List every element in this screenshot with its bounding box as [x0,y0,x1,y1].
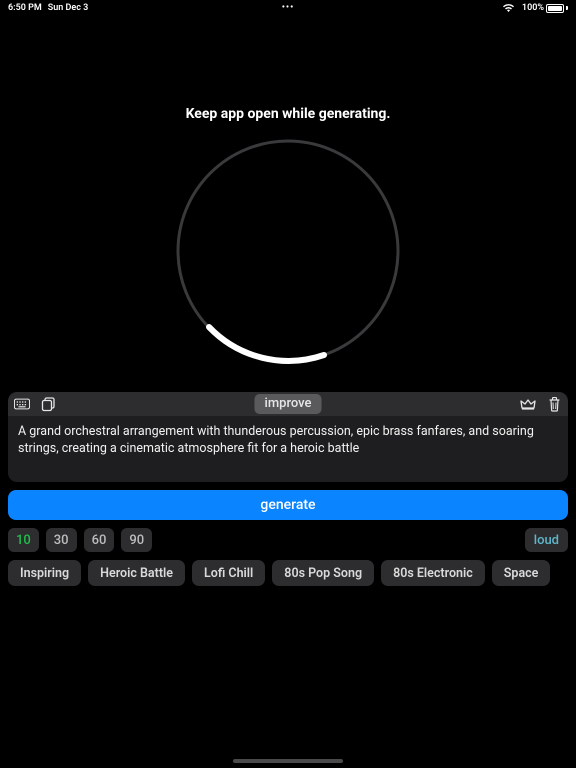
copy-icon[interactable] [40,397,56,411]
preset-80s-pop-song[interactable]: 80s Pop Song [272,560,374,586]
preset-80s-electronic[interactable]: 80s Electronic [381,560,485,586]
generate-button[interactable]: generate [8,490,568,520]
status-date: Sun Dec 3 [48,3,89,13]
presets-row: Inspiring Heroic Battle Lofi Chill 80s Pop … [8,560,568,586]
crown-icon[interactable] [520,397,536,411]
wifi-icon [501,1,517,15]
preset-inspiring[interactable]: Inspiring [8,560,81,586]
preset-heroic-battle[interactable]: Heroic Battle [88,560,185,586]
improve-button[interactable]: improve [255,394,322,414]
prompt-toolbar: improve [8,392,568,416]
duration-30[interactable]: 30 [46,528,77,552]
trash-icon[interactable] [546,397,562,411]
prompt-text[interactable]: A grand orchestral arrangement with thun… [8,416,568,482]
progress-spinner [174,137,402,365]
loud-button[interactable]: loud [525,528,568,552]
preset-lofi-chill[interactable]: Lofi Chill [192,560,265,586]
home-indicator [233,759,343,763]
battery-percent: 100% [522,3,544,13]
battery-icon: 100% [522,3,568,13]
status-time: 6:50 PM [8,3,42,13]
duration-10[interactable]: 10 [8,528,39,552]
duration-row: 10 30 6090 loud [8,528,568,552]
keyboard-icon[interactable] [14,397,30,411]
duration-90[interactable]: 90 [121,528,152,552]
status-bar: 6:50 PM Sun Dec 3 ••• 100% [0,0,576,16]
status-dots: ••• [282,3,295,13]
duration-60[interactable]: 60 [84,528,115,552]
generating-message: Keep app open while generating. [0,106,576,122]
preset-space[interactable]: Space [492,560,551,586]
